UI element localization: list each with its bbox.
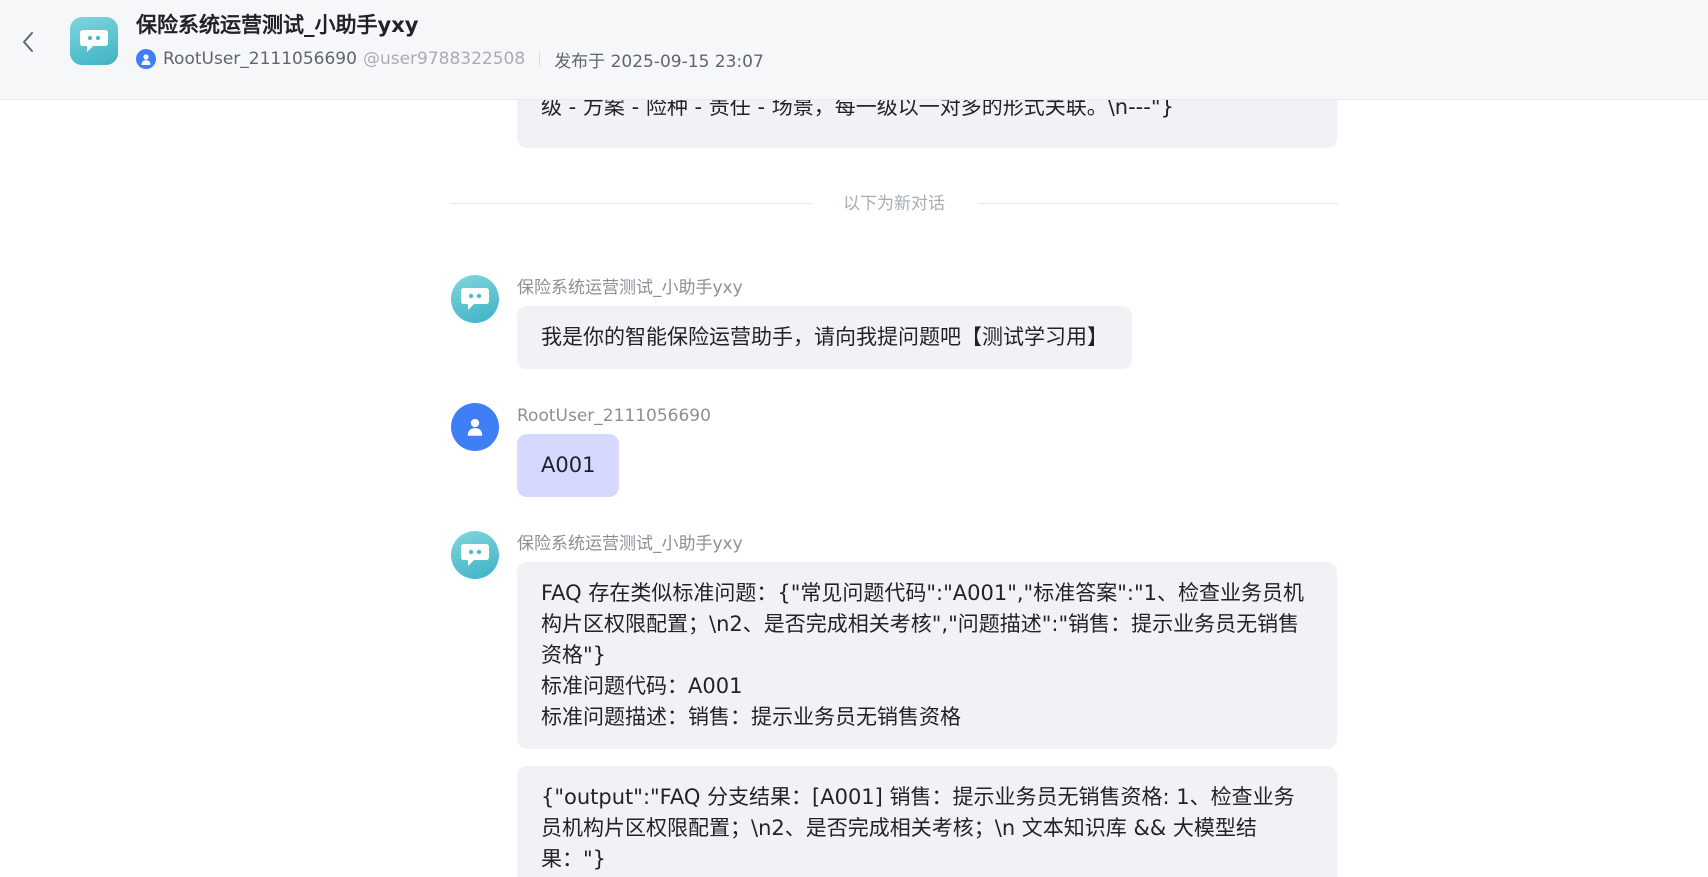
back-button[interactable] [12,24,44,60]
bot-avatar [451,531,499,579]
new-conversation-divider: 以下为新对话 [450,191,1338,217]
user-avatar [451,403,499,451]
page-title: 保险系统运营测试_小助手yxy [136,13,419,37]
chat-bubble-icon [461,544,489,566]
user-message-bubble: A001 [517,434,620,497]
meta-divider [539,51,541,67]
chat-area[interactable]: 级 - 方案 - 险种 - 责任 - 场景，每一级以一对多的形式关联。\n---… [0,100,1708,877]
header: 保险系统运营测试_小助手yxy RootUser_2111056690 @use… [0,0,1708,100]
chat-bubble-icon [461,288,489,310]
message-bubble-partial: 级 - 方案 - 险种 - 责任 - 场景，每一级以一对多的形式关联。\n---… [517,100,1337,148]
message-bubble: FAQ 存在类似标准问题：{"常见问题代码":"A001","标准答案":"1、… [517,562,1337,749]
author-name[interactable]: RootUser_2111056690 [163,49,357,69]
person-icon [141,53,151,65]
author-avatar[interactable] [136,49,156,69]
message-bubble: {"output":"FAQ 分支结果：[A001] 销售：提示业务员无销售资格… [517,766,1337,877]
divider-label: 以下为新对话 [843,194,945,214]
sender-name: 保险系统运营测试_小助手yxy [517,278,743,298]
sender-name: RootUser_2111056690 [517,406,711,426]
publish-meta: RootUser_2111056690 @user9788322508 发布于 … [136,47,764,72]
person-icon [467,418,483,436]
publish-time: 发布于 2025-09-15 23:07 [554,51,764,72]
chat-bubble-icon [80,30,108,52]
message-bubble: 我是你的智能保险运营助手，请向我提问题吧【测试学习用】 [517,306,1132,369]
author-handle: @user9788322508 [362,49,526,69]
sender-name: 保险系统运营测试_小助手yxy [517,534,743,554]
bot-app-icon[interactable] [70,17,118,65]
chevron-left-icon [23,32,33,52]
bot-avatar [451,275,499,323]
